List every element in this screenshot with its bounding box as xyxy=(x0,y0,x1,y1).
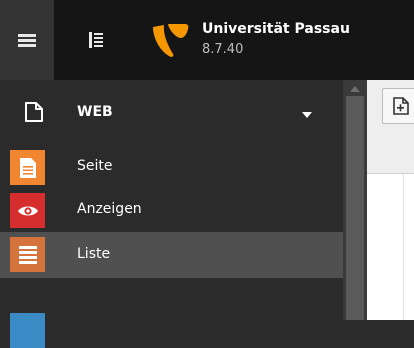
module-menu-toggle-button[interactable] xyxy=(0,0,54,80)
content-area xyxy=(367,80,414,320)
module-item-next[interactable] xyxy=(0,278,343,348)
scrollbar-thumb[interactable] xyxy=(346,96,364,320)
list-icon xyxy=(10,237,45,272)
module-item-label: Seite xyxy=(77,158,113,174)
document-icon xyxy=(25,102,43,122)
page-module-icon xyxy=(10,150,45,185)
content-divider xyxy=(403,174,404,320)
hamburger-icon xyxy=(18,34,36,47)
module-menu: WEB Seite Anzeigen Liste xyxy=(0,80,343,348)
caret-down-icon xyxy=(302,112,312,118)
new-record-button[interactable] xyxy=(382,88,414,124)
content-body xyxy=(367,174,414,320)
module-item-anzeigen[interactable]: Anzeigen xyxy=(0,189,343,232)
module-item-label: Anzeigen xyxy=(77,201,142,217)
typo3-logo-icon[interactable] xyxy=(151,24,189,58)
module-item-liste[interactable]: Liste xyxy=(0,232,343,278)
module-icon xyxy=(10,313,45,348)
site-name: Universität Passau xyxy=(202,21,350,37)
module-group-web[interactable]: WEB xyxy=(0,80,343,146)
doc-header xyxy=(367,80,414,174)
page-tree-toggle-button[interactable] xyxy=(70,0,122,80)
eye-icon xyxy=(10,193,45,228)
module-menu-scrollbar[interactable] xyxy=(343,80,367,320)
module-item-label: Liste xyxy=(77,246,111,262)
module-item-seite[interactable]: Seite xyxy=(0,146,343,189)
module-group-label: WEB xyxy=(77,104,113,120)
new-record-icon xyxy=(393,97,409,115)
page-tree-toggle-icon xyxy=(89,32,103,48)
typo3-version: 8.7.40 xyxy=(202,42,244,57)
top-bar: Universität Passau 8.7.40 xyxy=(0,0,414,80)
scroll-up-arrow-icon[interactable] xyxy=(350,86,360,92)
